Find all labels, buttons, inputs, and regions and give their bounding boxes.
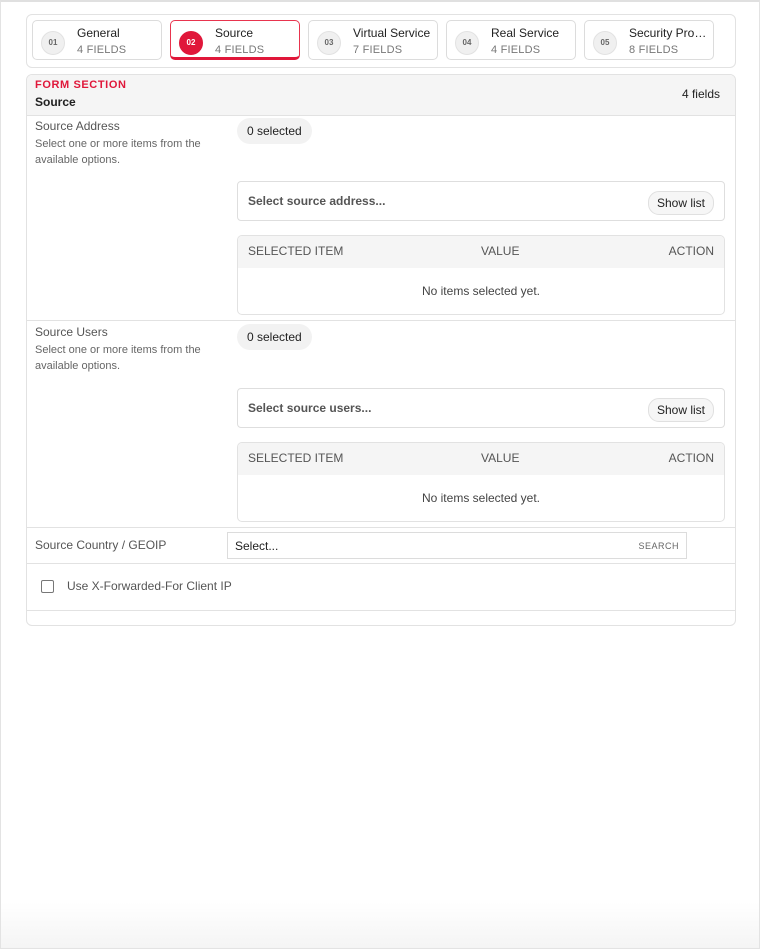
column-header-action: ACTION	[668, 244, 714, 258]
selected-count-badge: 0 selected	[237, 118, 312, 144]
step-title: Virtual Service	[353, 26, 431, 40]
source-users-picker[interactable]: Select source users... Show list	[237, 388, 725, 428]
step-title: General	[77, 26, 120, 40]
column-header-selected-item: SELECTED ITEM	[248, 451, 344, 465]
step-general[interactable]: 01 General 4 FIELDS	[32, 20, 162, 60]
field-source-users: Source Users Select one or more items fr…	[27, 321, 735, 528]
section-kicker: FORM SECTION	[35, 79, 127, 91]
page: 01 General 4 FIELDS 02 Source 4 FIELDS 0…	[0, 0, 760, 949]
column-header-value: VALUE	[481, 244, 520, 258]
step-real-service[interactable]: 04 Real Service 4 FIELDS	[446, 20, 576, 60]
step-nav: 01 General 4 FIELDS 02 Source 4 FIELDS 0…	[26, 14, 736, 68]
field-x-forwarded-for: Use X-Forwarded-For Client IP	[27, 564, 735, 611]
step-number: 04	[455, 31, 479, 55]
empty-state-text: No items selected yet.	[421, 284, 541, 298]
column-header-selected-item: SELECTED ITEM	[248, 244, 344, 258]
step-field-count: 4 FIELDS	[77, 44, 127, 56]
show-list-button[interactable]: Show list	[647, 398, 714, 422]
step-field-count: 8 FIELDS	[629, 44, 679, 56]
step-field-count: 7 FIELDS	[353, 44, 403, 56]
step-virtual-service[interactable]: 03 Virtual Service 7 FIELDS	[308, 20, 438, 60]
show-list-button[interactable]: Show list	[647, 191, 714, 215]
field-source-address: Source Address Select one or more items …	[27, 115, 735, 321]
xff-checkbox[interactable]	[41, 580, 54, 593]
picker-placeholder: Select source users...	[248, 401, 372, 415]
step-title: Security Pro…	[629, 26, 707, 40]
field-label: Source Address	[35, 119, 120, 133]
step-number: 05	[593, 31, 617, 55]
field-source-country-geoip: Source Country / GEOIP Select... SEARCH	[27, 528, 735, 564]
search-button[interactable]: SEARCH	[638, 541, 679, 551]
selected-count-badge: 0 selected	[237, 324, 312, 350]
field-label: Source Country / GEOIP	[35, 538, 167, 552]
step-field-count: 4 FIELDS	[215, 44, 265, 56]
step-number: 01	[41, 31, 65, 55]
step-field-count: 4 FIELDS	[491, 44, 541, 56]
selected-items-table: SELECTED ITEM VALUE ACTION No items sele…	[237, 442, 725, 522]
geoip-select[interactable]: Select... SEARCH	[227, 532, 687, 559]
section-header: FORM SECTION Source 4 fields	[27, 75, 735, 116]
step-source[interactable]: 02 Source 4 FIELDS	[170, 20, 300, 60]
picker-placeholder: Select source address...	[248, 194, 386, 208]
step-security-profile[interactable]: 05 Security Pro… 8 FIELDS	[584, 20, 714, 60]
step-number: 02	[179, 31, 203, 55]
form-section-card: FORM SECTION Source 4 fields Source Addr…	[26, 74, 736, 626]
step-title: Source	[215, 26, 254, 40]
source-address-picker[interactable]: Select source address... Show list	[237, 181, 725, 221]
table-header: SELECTED ITEM VALUE ACTION	[238, 236, 724, 268]
step-title: Real Service	[491, 26, 560, 40]
section-title: Source	[35, 95, 76, 109]
column-header-action: ACTION	[668, 451, 714, 465]
field-help: Select one or more items from the availa…	[35, 344, 201, 372]
selected-items-table: SELECTED ITEM VALUE ACTION No items sele…	[237, 235, 725, 315]
section-field-count: 4 fields	[681, 87, 720, 101]
column-header-value: VALUE	[481, 451, 520, 465]
empty-state-text: No items selected yet.	[421, 491, 541, 505]
table-header: SELECTED ITEM VALUE ACTION	[238, 443, 724, 475]
checkbox-label[interactable]: Use X-Forwarded-For Client IP	[67, 579, 232, 593]
field-label: Source Users	[35, 325, 108, 339]
step-number: 03	[317, 31, 341, 55]
select-value: Select...	[235, 539, 279, 553]
field-help: Select one or more items from the availa…	[35, 138, 201, 166]
